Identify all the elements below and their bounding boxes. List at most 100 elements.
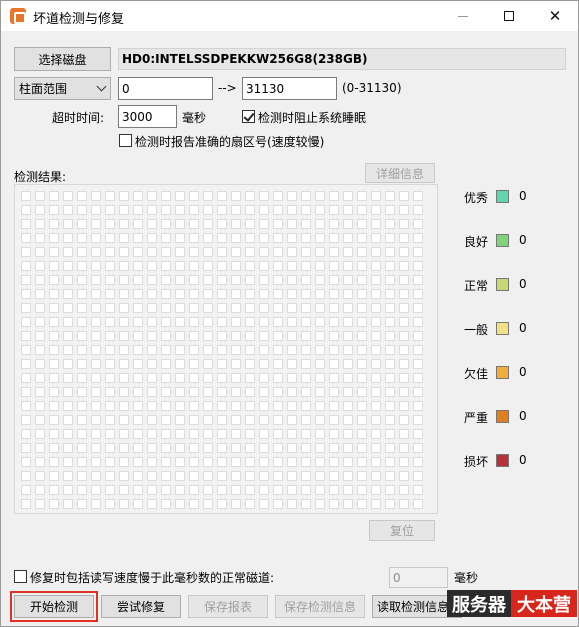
grid-cell xyxy=(385,219,395,229)
grid-cell xyxy=(35,499,45,509)
grid-cell xyxy=(161,401,171,411)
grid-cell xyxy=(21,191,31,201)
maximize-button[interactable] xyxy=(486,1,532,31)
try-repair-button[interactable]: 尝试修复 xyxy=(101,595,181,618)
grid-cell xyxy=(273,191,283,201)
grid-cell xyxy=(413,247,423,257)
grid-cell xyxy=(413,331,423,341)
reset-button[interactable]: 复位 xyxy=(369,520,435,541)
grid-cell xyxy=(245,205,255,215)
grid-cell xyxy=(133,331,143,341)
grid-cell xyxy=(63,303,73,313)
save-info-button[interactable]: 保存检测信息 xyxy=(275,595,365,618)
grid-cell xyxy=(105,289,115,299)
grid-cell xyxy=(259,359,269,369)
range-mode-value: 柱面范围 xyxy=(19,82,68,96)
grid-cell xyxy=(273,303,283,313)
range-end-input[interactable]: 31130 xyxy=(242,77,337,100)
grid-cell xyxy=(231,443,241,453)
grid-cell xyxy=(91,443,101,453)
grid-cell xyxy=(245,499,255,509)
grid-cell xyxy=(413,415,423,425)
grid-cell xyxy=(175,219,185,229)
grid-cell xyxy=(273,345,283,355)
grid-cell xyxy=(245,233,255,243)
minimize-button[interactable] xyxy=(440,1,486,31)
grid-cell xyxy=(231,387,241,397)
grid-cell xyxy=(371,331,381,341)
grid-cell xyxy=(147,359,157,369)
result-grid xyxy=(14,184,438,514)
legend-count: 0 xyxy=(519,453,527,467)
grid-cell xyxy=(105,331,115,341)
grid-cell xyxy=(63,457,73,467)
grid-cell xyxy=(315,401,325,411)
grid-cell xyxy=(371,499,381,509)
grid-cell xyxy=(371,261,381,271)
grid-cell xyxy=(217,471,227,481)
grid-cell xyxy=(77,387,87,397)
timeout-input[interactable]: 3000 xyxy=(118,105,177,128)
grid-cell xyxy=(371,387,381,397)
close-button[interactable]: ✕ xyxy=(532,1,578,31)
grid-cell xyxy=(259,471,269,481)
grid-cell xyxy=(217,191,227,201)
grid-cell xyxy=(105,499,115,509)
grid-cell xyxy=(49,485,59,495)
details-button[interactable]: 详细信息 xyxy=(365,163,435,183)
grid-cell xyxy=(63,345,73,355)
grid-cell xyxy=(357,429,367,439)
grid-cell xyxy=(357,387,367,397)
grid-cell xyxy=(231,261,241,271)
grid-cell xyxy=(175,275,185,285)
app-icon xyxy=(10,8,26,24)
grid-cell xyxy=(91,457,101,467)
grid-cell xyxy=(329,429,339,439)
grid-cell xyxy=(273,443,283,453)
grid-cell xyxy=(273,219,283,229)
grid-cell xyxy=(203,485,213,495)
grid-cell xyxy=(231,247,241,257)
grid-cell xyxy=(287,485,297,495)
grid-cell xyxy=(77,415,87,425)
grid-cell xyxy=(399,261,409,271)
grid-cell xyxy=(357,345,367,355)
grid-cell xyxy=(245,275,255,285)
grid-cell xyxy=(357,499,367,509)
grid-cell xyxy=(35,457,45,467)
legend-item: 欠佳 0 xyxy=(464,365,564,381)
grid-cell xyxy=(217,261,227,271)
grid-cell xyxy=(231,233,241,243)
save-report-button[interactable]: 保存报表 xyxy=(188,595,268,618)
grid-cell xyxy=(273,429,283,439)
grid-cell xyxy=(385,401,395,411)
grid-cell xyxy=(273,485,283,495)
grid-cell xyxy=(399,373,409,383)
report-sector-checkbox[interactable] xyxy=(119,134,132,147)
grid-cell xyxy=(329,331,339,341)
chevron-down-icon xyxy=(96,81,107,92)
grid-cell xyxy=(189,191,199,201)
grid-cell xyxy=(399,443,409,453)
prevent-sleep-checkbox[interactable] xyxy=(242,110,255,123)
grid-cell xyxy=(231,471,241,481)
grid-cell xyxy=(301,191,311,201)
grid-cell xyxy=(35,261,45,271)
grid-cell xyxy=(329,415,339,425)
grid-cell xyxy=(21,471,31,481)
grid-cell xyxy=(119,415,129,425)
grid-cell xyxy=(231,457,241,467)
select-disk-button[interactable]: 选择磁盘 xyxy=(14,47,111,71)
grid-cell xyxy=(413,359,423,369)
grid-cell xyxy=(161,373,171,383)
grid-cell xyxy=(259,233,269,243)
repair-threshold-checkbox[interactable] xyxy=(14,570,27,583)
range-arrow: --> xyxy=(218,81,237,95)
grid-cell xyxy=(343,457,353,467)
grid-cell xyxy=(301,345,311,355)
repair-threshold-input[interactable]: 0 xyxy=(389,567,448,588)
range-start-input[interactable]: 0 xyxy=(118,77,213,100)
grid-cell xyxy=(357,261,367,271)
grid-cell xyxy=(399,471,409,481)
range-mode-select[interactable]: 柱面范围 xyxy=(14,77,111,100)
